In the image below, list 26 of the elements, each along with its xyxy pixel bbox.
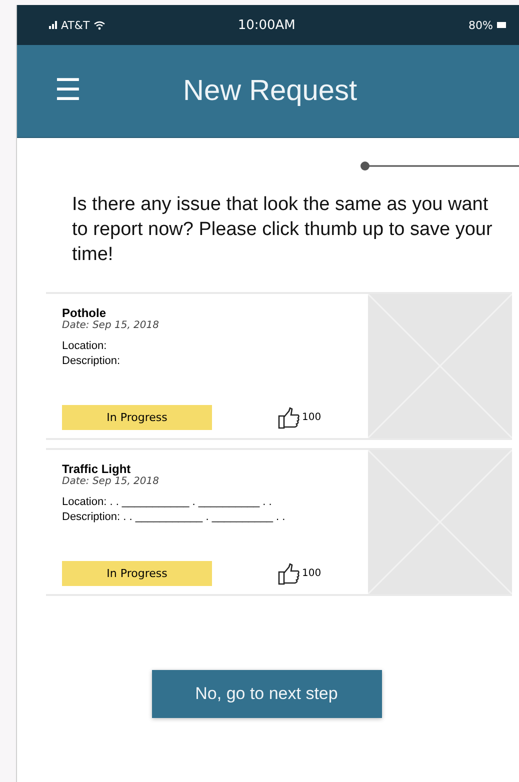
battery-icon — [497, 22, 506, 28]
next-step-button[interactable]: No, go to next step — [152, 670, 382, 718]
thumb-up-icon[interactable] — [278, 406, 300, 428]
status-time: 10:00AM — [238, 18, 296, 32]
status-badge: In Progress — [62, 405, 212, 430]
like-count: 100 — [302, 568, 322, 579]
request-title: Traffic Light — [62, 462, 132, 476]
request-card[interactable]: Traffic Light Date: Sep 15, 2018 Location: . . ___________ . __________ . . Description: . . ___________ . __________ . . In Progress 100 — [46, 448, 512, 596]
request-title: Pothole — [62, 306, 107, 320]
signal-icon — [49, 21, 57, 29]
menu-button[interactable]: ☰ — [51, 76, 85, 106]
description-label: Description: — [62, 354, 122, 369]
request-date: Date: Sep 15, 2018 — [62, 476, 160, 487]
battery-percent: 80% — [468, 18, 493, 32]
wifi-icon — [94, 20, 105, 30]
location-label: Location: — [62, 339, 108, 354]
thumb-up-icon[interactable] — [278, 562, 300, 584]
status-badge: In Progress — [62, 561, 212, 586]
description-label: Description: . . ___________ . __________ . . — [62, 510, 286, 525]
request-card[interactable]: Pothole Date: Sep 15, 2018 Location: Description: In Progress 100 — [46, 292, 512, 440]
question-text: Is there any issue that look the same as you want to report now? Please click thumb up to save your time! — [72, 193, 494, 267]
like-count: 100 — [302, 412, 322, 423]
carrier-name: AT&T — [61, 18, 90, 32]
page-title: New Request — [183, 74, 358, 108]
request-date: Date: Sep 15, 2018 — [62, 320, 160, 331]
location-label: Location: . . ___________ . __________ . . — [62, 495, 273, 510]
